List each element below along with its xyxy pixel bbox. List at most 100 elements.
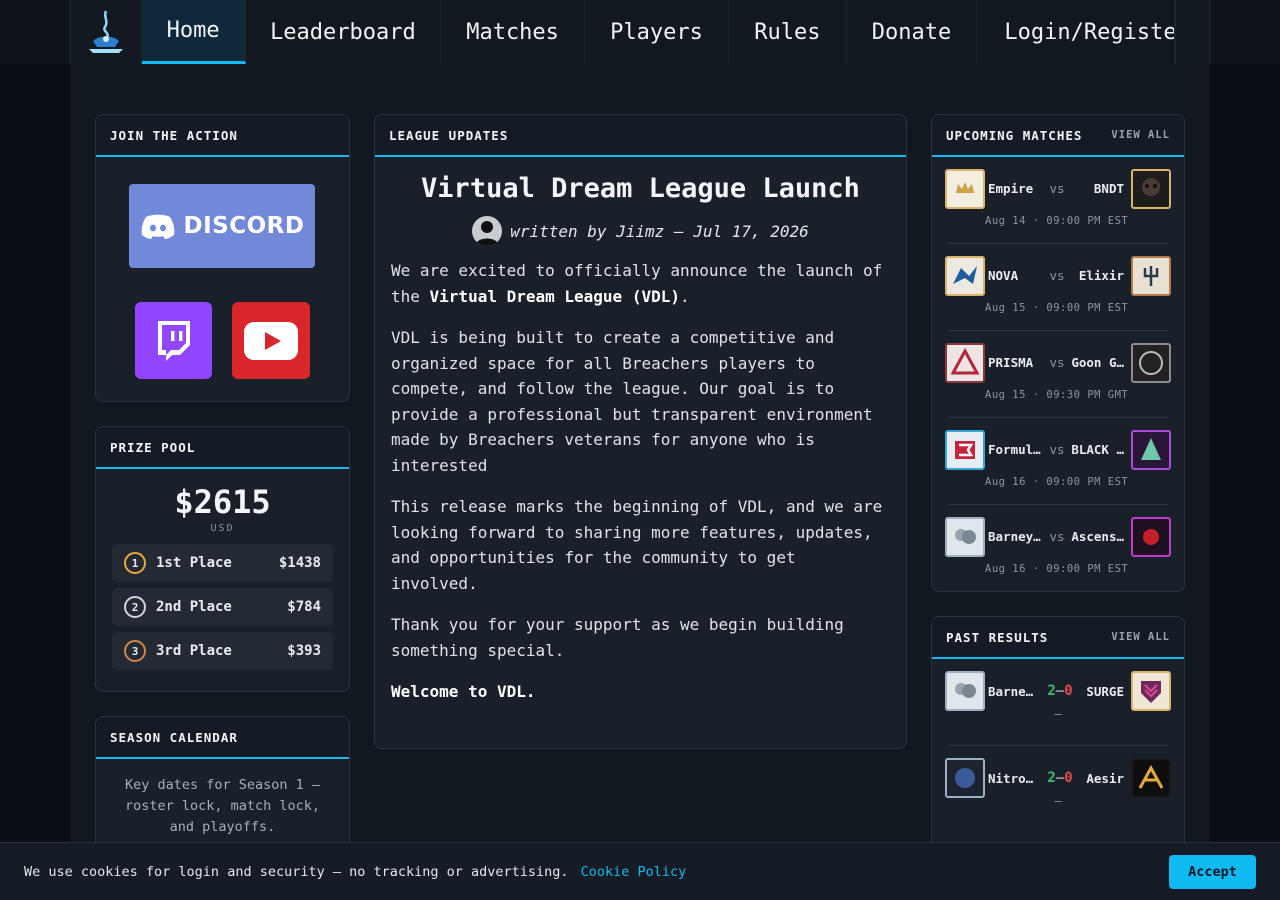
- rank-badge-2: 2: [124, 596, 146, 618]
- upcoming-header: UPCOMING MATCHES VIEW ALL: [932, 115, 1184, 157]
- nav-rules[interactable]: Rules: [729, 0, 847, 64]
- genie-lamp-logo-icon: [88, 10, 123, 53]
- score-b: 0: [1064, 683, 1073, 699]
- calendar-header: SEASON CALENDAR: [96, 717, 349, 759]
- discord-button[interactable]: DISCORD: [129, 184, 315, 268]
- past-header: PAST RESULTS VIEW ALL: [932, 617, 1184, 659]
- match-date: Aug 14 · 09:00 PM EST: [985, 215, 1129, 227]
- twitch-icon: [157, 320, 190, 361]
- match-line: Empire vs BNDT: [988, 181, 1124, 196]
- nav-home-label: Home: [166, 18, 220, 43]
- site-logo[interactable]: [70, 0, 142, 64]
- team-logo-barney: [945, 671, 985, 711]
- nav-players[interactable]: Players: [585, 0, 730, 64]
- match-row[interactable]: Barney… vs Ascens… Aug 16 · 09:00 PM EST: [945, 505, 1171, 591]
- youtube-button[interactable]: [232, 302, 310, 379]
- match-line: PRISMA vs Goon G…: [988, 355, 1124, 370]
- youtube-icon: [244, 321, 298, 360]
- prize-place-3: 3 3rd Place $393: [112, 632, 333, 670]
- team-a: Barne…: [988, 683, 1034, 699]
- crown-icon: [956, 182, 974, 193]
- formula-emblem-icon: [955, 441, 975, 459]
- match-row[interactable]: Empire vs BNDT Aug 14 · 09:00 PM EST: [945, 157, 1171, 244]
- match-line: Formul… vs BLACK …: [988, 442, 1124, 457]
- match-row[interactable]: NOVA vs Elixir Aug 15 · 09:00 PM EST: [945, 244, 1171, 331]
- prize-panel: PRIZE POOL $2615 USD 1 1st Place $1438 2…: [95, 426, 350, 692]
- twitch-button[interactable]: [135, 302, 212, 379]
- score-b: 0: [1064, 770, 1073, 786]
- result-line: Barne… 2–0 SURGE: [988, 683, 1124, 699]
- nav-home[interactable]: Home: [141, 0, 246, 64]
- match-date: Aug 15 · 09:00 PM EST: [985, 302, 1129, 314]
- join-panel: JOIN THE ACTION DISCORD: [95, 114, 350, 402]
- match-row[interactable]: Formul… vs BLACK … Aug 16 · 09:00 PM EST: [945, 418, 1171, 505]
- team-logo-goon: [1131, 343, 1171, 383]
- team-b: BLACK …: [1071, 442, 1124, 457]
- calendar-text: Key dates for Season 1 — roster lock, ma…: [124, 777, 321, 835]
- nav-login-register[interactable]: Login/Register: [977, 0, 1176, 64]
- discord-icon: [141, 214, 174, 239]
- post-title[interactable]: Virtual Dream League Launch: [375, 173, 906, 204]
- nav-matches[interactable]: Matches: [441, 0, 585, 64]
- team-a: Nitro…: [988, 770, 1034, 786]
- nav-end-cell: [1175, 0, 1210, 64]
- surge-emblem-icon: [1141, 681, 1161, 703]
- team-logo-barney: [945, 517, 985, 557]
- team-logo-bndt: [1131, 169, 1171, 209]
- vs-label: vs: [1049, 268, 1065, 283]
- goon-emblem-icon: [1139, 351, 1163, 375]
- join-title: JOIN THE ACTION: [110, 127, 238, 143]
- nav-donate-label: Donate: [871, 19, 952, 45]
- p1-post: .: [679, 286, 690, 306]
- user-silhouette-icon: [475, 221, 500, 246]
- team-logo-surge: [1131, 671, 1171, 711]
- nav-rules-label: Rules: [754, 19, 821, 45]
- place-label-3: 3rd Place: [156, 643, 232, 659]
- prize-currency: USD: [210, 523, 235, 534]
- cookie-accept-button[interactable]: Accept: [1169, 854, 1256, 889]
- join-header: JOIN THE ACTION: [96, 115, 349, 157]
- post-paragraph-3: This release marks the beginning of VDL,…: [391, 497, 883, 593]
- team-a: Formul…: [988, 442, 1041, 457]
- prize-header: PRIZE POOL: [96, 427, 349, 469]
- team-b: SURGE: [1086, 683, 1124, 699]
- cookie-policy-link[interactable]: Cookie Policy: [581, 864, 687, 880]
- team-logo-formula: [945, 430, 985, 470]
- place-amount-1: $1438: [278, 555, 321, 571]
- match-row[interactable]: PRISMA vs Goon G… Aug 15 · 09:30 PM GMT: [945, 331, 1171, 418]
- post-paragraph-5: Welcome to VDL.: [391, 679, 890, 705]
- place-amount-2: $784: [287, 599, 321, 615]
- match-date: Aug 16 · 09:00 PM EST: [985, 563, 1129, 575]
- post-paragraph-2: VDL is being built to create a competiti…: [391, 328, 873, 475]
- team-a: Empire: [988, 181, 1034, 196]
- upcoming-panel: UPCOMING MATCHES VIEW ALL Empire vs BNDT…: [931, 114, 1185, 592]
- team-logo-elixir: [1131, 256, 1171, 296]
- team-b: BNDT: [1093, 181, 1124, 196]
- post-author-line: written by Jiimz — Jul 17, 2026: [375, 216, 906, 246]
- team-a: Barney…: [988, 529, 1041, 544]
- nav-donate[interactable]: Donate: [847, 0, 978, 64]
- result-row[interactable]: Nitro… 2–0 Aesir —: [945, 746, 1171, 832]
- nitro-emblem-icon: [955, 768, 975, 788]
- result-dash: —: [1054, 707, 1062, 721]
- cookie-banner: We use cookies for login and security — …: [0, 842, 1280, 900]
- post-paragraph-1: We are excited to officially announce th…: [391, 258, 890, 309]
- nav-leaderboard[interactable]: Leaderboard: [246, 0, 442, 64]
- trident-icon: [1143, 266, 1159, 286]
- p5-bold: Welcome to VDL.: [391, 682, 536, 701]
- nav-leaderboard-label: Leaderboard: [270, 19, 416, 45]
- place-label-2: 2nd Place: [156, 599, 232, 615]
- team-logo-aesir: [1131, 758, 1171, 798]
- match-date: Aug 15 · 09:30 PM GMT: [985, 389, 1129, 401]
- result-row[interactable]: Barne… 2–0 SURGE —: [945, 659, 1171, 746]
- past-view-all[interactable]: VIEW ALL: [1111, 631, 1170, 643]
- team-logo-ascension: [1131, 517, 1171, 557]
- upcoming-view-all[interactable]: VIEW ALL: [1111, 129, 1170, 141]
- barney-emblem-icon: [955, 529, 976, 544]
- cookie-text: We use cookies for login and security — …: [24, 863, 569, 880]
- black-emblem-icon: [1141, 438, 1161, 460]
- prize-place-1: 1 1st Place $1438: [112, 544, 333, 582]
- team-a: NOVA: [988, 268, 1019, 283]
- score-a: 2: [1047, 683, 1056, 699]
- team-b: Aesir: [1086, 770, 1124, 786]
